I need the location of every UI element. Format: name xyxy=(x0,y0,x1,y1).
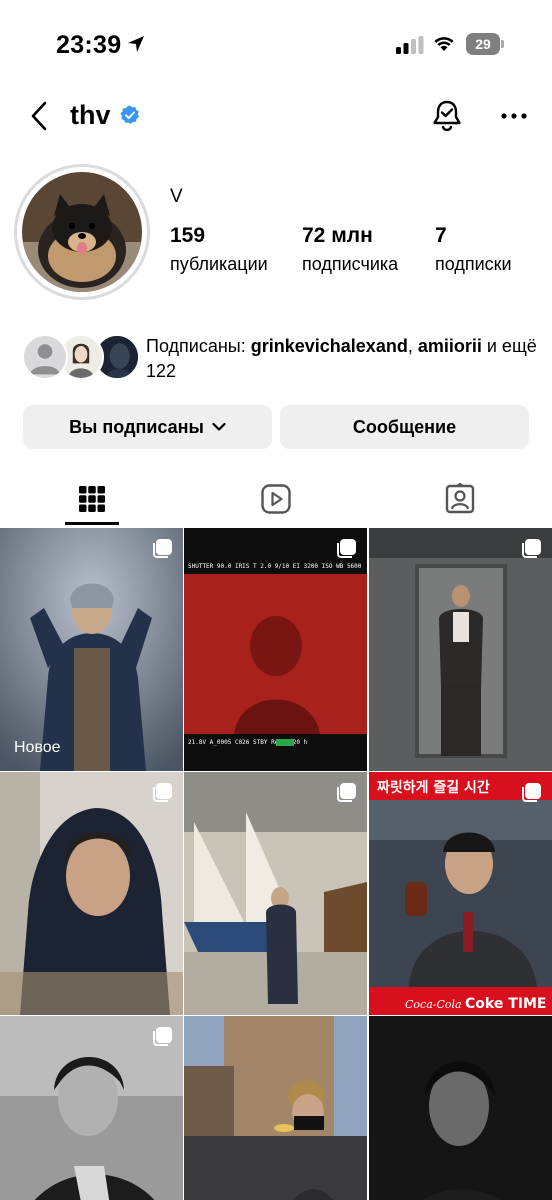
carousel-icon xyxy=(522,539,541,558)
posts-grid: Новое SHUTTER 90.0 IRIS T 2.0 9/10 EI 32… xyxy=(0,528,552,1200)
stat-following-label: подписки xyxy=(435,254,512,274)
notifications-button[interactable] xyxy=(430,98,464,134)
message-button[interactable]: Сообщение xyxy=(280,405,529,449)
tab-reels[interactable] xyxy=(184,470,368,528)
stat-followers[interactable]: 72 млн подписчика xyxy=(302,224,398,275)
stat-following-value: 7 xyxy=(435,224,447,247)
post-thumbnail-6[interactable]: 짜릿하게 즐길 시간 Coca-Cola Coke TIME xyxy=(369,772,552,1015)
post-thumbnail-3[interactable] xyxy=(369,528,552,771)
battery-level: 29 xyxy=(466,33,500,55)
stat-posts-value: 159 xyxy=(170,224,206,247)
following-button-label: Вы подписаны xyxy=(69,416,204,437)
post-thumbnail-5[interactable] xyxy=(184,772,367,1015)
tab-tagged[interactable] xyxy=(368,470,552,528)
post-thumbnail-4[interactable] xyxy=(0,772,183,1015)
chevron-down-icon xyxy=(212,422,226,431)
avatar-image xyxy=(22,172,142,292)
tagged-person-icon xyxy=(445,483,475,514)
notification-bell-icon xyxy=(433,100,461,132)
followed-by-text: Подписаны: grinkevichalexand, amiiorii и… xyxy=(146,334,542,384)
wifi-icon xyxy=(434,37,454,51)
post-thumbnail-9[interactable] xyxy=(369,1016,552,1200)
stat-posts-label: публикации xyxy=(170,254,268,274)
location-arrow-icon xyxy=(128,36,144,52)
post-thumbnail-2[interactable]: SHUTTER 90.0 IRIS T 2.0 9/10 EI 3200 ISO… xyxy=(184,528,367,771)
carousel-icon xyxy=(522,783,541,802)
followed-by-prefix: Подписаны: xyxy=(146,336,251,356)
following-button[interactable]: Вы подписаны xyxy=(23,405,272,449)
carousel-icon xyxy=(153,539,172,558)
post-thumbnail-7[interactable] xyxy=(0,1016,183,1200)
carousel-icon xyxy=(337,783,356,802)
status-bar: 23:39 29 xyxy=(0,0,552,90)
followed-by-separator: , xyxy=(407,336,418,356)
profile-avatar[interactable] xyxy=(14,164,150,300)
message-button-label: Сообщение xyxy=(352,416,457,437)
follower-avatar-1 xyxy=(22,334,68,380)
grid-icon xyxy=(79,486,105,512)
profile-display-name: V xyxy=(170,186,183,207)
profile-header: thv xyxy=(0,90,552,142)
stat-followers-value: 72 млн xyxy=(302,224,373,247)
stat-followers-label: подписчика xyxy=(302,254,399,274)
reels-play-icon xyxy=(261,484,291,514)
default-user-icon xyxy=(30,344,60,375)
stat-posts[interactable]: 159 публикации xyxy=(170,224,268,275)
carousel-icon xyxy=(337,539,356,558)
followed-by-user-1[interactable]: grinkevichalexand xyxy=(251,336,408,356)
followed-by-user-2[interactable]: amiiorii xyxy=(418,336,482,356)
profile-tabs xyxy=(0,470,552,528)
followed-by[interactable]: Подписаны: grinkevichalexand, amiiorii и… xyxy=(22,332,542,384)
camera-hud-top: SHUTTER 90.0 IRIS T 2.0 9/10 EI 3200 ISO… xyxy=(188,563,362,570)
post-thumbnail-8[interactable] xyxy=(184,1016,367,1200)
verified-badge-icon xyxy=(120,105,139,124)
carousel-icon xyxy=(153,1027,172,1046)
active-tab-indicator xyxy=(65,522,119,525)
more-options-button[interactable] xyxy=(498,104,530,128)
carousel-icon xyxy=(153,783,172,802)
battery-icon: 29 xyxy=(466,33,504,55)
tab-posts-grid[interactable] xyxy=(0,470,184,528)
back-button[interactable] xyxy=(24,98,54,134)
back-chevron-icon xyxy=(31,101,47,131)
ad-campaign-text: Coke TIME xyxy=(465,996,546,1012)
header-username: thv xyxy=(70,100,111,130)
more-dots-icon xyxy=(501,113,527,119)
ad-brand-text: Coca-Cola xyxy=(405,998,462,1011)
status-time: 23:39 xyxy=(56,31,122,59)
ad-banner-text: 짜릿하게 즐길 시간 xyxy=(377,779,490,796)
post-thumbnail-1[interactable]: Новое xyxy=(0,528,183,771)
new-post-badge: Новое xyxy=(14,739,61,756)
stat-following[interactable]: 7 подписки xyxy=(435,224,512,275)
cellular-signal-icon xyxy=(396,36,424,54)
